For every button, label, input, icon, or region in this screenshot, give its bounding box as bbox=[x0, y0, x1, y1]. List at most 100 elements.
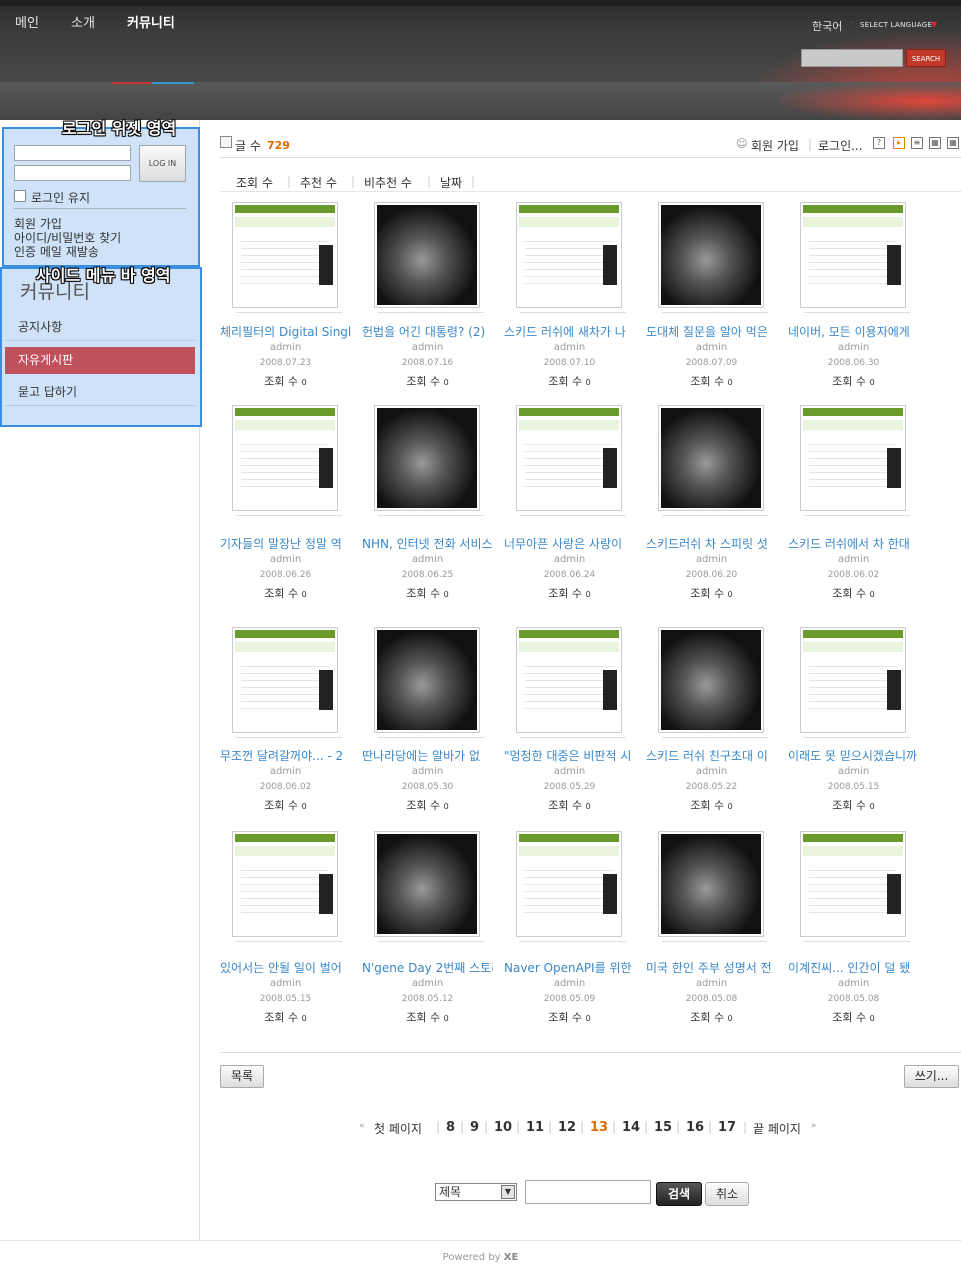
post-thumbnail[interactable] bbox=[800, 627, 906, 733]
post-title-link[interactable]: Naver OpenAPI를 위한 p bbox=[504, 959, 635, 976]
post-title-link[interactable]: 기자들의 말장난 정말 역 bbox=[220, 535, 351, 552]
select-language-link[interactable]: SELECT LANGUAGE bbox=[860, 21, 932, 29]
post-thumbnail[interactable] bbox=[516, 405, 622, 511]
thumbnail-shadow bbox=[804, 941, 910, 942]
thumbnail-image bbox=[661, 205, 761, 305]
post-title-link[interactable]: 네이버, 모든 이용자에게 bbox=[788, 323, 919, 340]
post-author: admin bbox=[553, 342, 586, 353]
header-search-input[interactable] bbox=[801, 49, 903, 67]
post-thumbnail[interactable] bbox=[800, 405, 906, 511]
page-link[interactable]: 10 bbox=[494, 1120, 512, 1135]
post-title-link[interactable]: 딴나라당에는 알바가 없 bbox=[362, 747, 493, 764]
post-title-link[interactable]: 헌법을 어긴 대통령? (2) bbox=[362, 323, 493, 340]
post-thumbnail[interactable] bbox=[374, 202, 480, 308]
post-thumbnail[interactable] bbox=[800, 831, 906, 937]
list-button[interactable]: 목록 bbox=[220, 1065, 264, 1088]
post-thumbnail[interactable] bbox=[374, 831, 480, 937]
pager-divider: | bbox=[436, 1120, 441, 1134]
sort-by-votes[interactable]: 추천 수 bbox=[300, 174, 337, 191]
post-title-link[interactable]: 스키드 러쉬 친구초대 이 bbox=[646, 747, 777, 764]
post-author: admin bbox=[269, 766, 302, 777]
keep-login-checkbox[interactable] bbox=[14, 190, 26, 202]
post-title-link[interactable]: 스키드 러쉬에 새차가 나 bbox=[504, 323, 635, 340]
post-thumbnail[interactable] bbox=[232, 405, 338, 511]
post-date: 2008.07.16 bbox=[401, 358, 454, 368]
post-thumbnail[interactable] bbox=[232, 627, 338, 733]
post-title-link[interactable]: 있어서는 안될 일이 벌어 bbox=[220, 959, 351, 976]
post-title-link[interactable]: 체리필터의 Digital Single bbox=[220, 323, 351, 340]
post-thumbnail[interactable] bbox=[658, 831, 764, 937]
page-link[interactable]: 8 bbox=[446, 1120, 455, 1135]
login-button[interactable]: LOG IN bbox=[139, 145, 186, 182]
post-title-link[interactable]: 이래도 못 믿으시겠습니까 bbox=[788, 747, 919, 764]
post-thumbnail[interactable] bbox=[800, 202, 906, 308]
join-link[interactable]: 회원 가입 bbox=[751, 137, 799, 154]
first-page-link[interactable]: 첫 페이지 bbox=[374, 1120, 422, 1137]
document-list-icon bbox=[220, 136, 232, 148]
sort-by-date[interactable]: 날짜 bbox=[440, 174, 462, 191]
search-target-select[interactable]: 제목 ▼ bbox=[435, 1183, 517, 1201]
pager-divider: | bbox=[644, 1120, 649, 1134]
login-link[interactable]: 로그인... bbox=[818, 137, 863, 154]
post-title-link[interactable]: 무조껀 달려갈꺼야... - 2 bbox=[220, 747, 351, 764]
chevron-down-icon[interactable]: ▼ bbox=[501, 1185, 515, 1199]
write-button[interactable]: 쓰기... bbox=[904, 1065, 959, 1088]
post-views-count: 0 bbox=[301, 802, 307, 811]
resend-auth-mail-link[interactable]: 인증 메일 재발송 bbox=[14, 243, 99, 260]
thumbnail-image bbox=[519, 408, 619, 508]
side-menu-item-qna[interactable]: 묻고 답하기 bbox=[5, 379, 195, 406]
help-icon[interactable]: ? bbox=[873, 137, 885, 149]
xe-link[interactable]: XE bbox=[504, 1252, 519, 1263]
post-title-link[interactable]: 이계진씨... 인간이 덜 됐 bbox=[788, 959, 919, 976]
current-language[interactable]: 한국어 bbox=[812, 18, 842, 34]
post-thumbnail[interactable] bbox=[658, 405, 764, 511]
nav-item-about[interactable]: 소개 bbox=[71, 12, 95, 31]
page-link[interactable]: 16 bbox=[686, 1120, 704, 1135]
post-thumbnail[interactable] bbox=[516, 831, 622, 937]
page-link[interactable]: 12 bbox=[558, 1120, 576, 1135]
post-thumbnail[interactable] bbox=[516, 627, 622, 733]
header-search-button[interactable]: SEARCH bbox=[906, 49, 946, 67]
post-thumbnail[interactable] bbox=[374, 627, 480, 733]
post-title-link[interactable]: 스키드 러쉬에서 차 한대 bbox=[788, 535, 919, 552]
post-title-link[interactable]: 너무아픈 사랑은 사랑이 bbox=[504, 535, 635, 552]
post-title-link[interactable]: N'gene Day 2번째 스토리 bbox=[362, 959, 493, 976]
current-page[interactable]: 13 bbox=[590, 1120, 608, 1135]
post-thumbnail[interactable] bbox=[658, 202, 764, 308]
user-id-input[interactable] bbox=[14, 145, 131, 161]
page-link[interactable]: 17 bbox=[718, 1120, 736, 1135]
search-cancel-button[interactable]: 취소 bbox=[705, 1182, 749, 1206]
password-input[interactable] bbox=[14, 165, 131, 181]
chevron-down-icon[interactable]: ▼ bbox=[931, 20, 937, 29]
post-title-link[interactable]: 도대체 질문을 알아 먹은 bbox=[646, 323, 777, 340]
post-title-link[interactable]: 스키드러쉬 차 스피릿 섯 bbox=[646, 535, 777, 552]
webzine-view-icon[interactable]: ▦ bbox=[929, 137, 941, 149]
post-thumbnail[interactable] bbox=[232, 202, 338, 308]
post-title-link[interactable]: NHN, 인터넷 전화 서비스 bbox=[362, 535, 493, 552]
search-button[interactable]: 검색 bbox=[656, 1182, 702, 1206]
gallery-view-icon[interactable]: ▦ bbox=[947, 137, 959, 149]
post-thumbnail[interactable] bbox=[658, 627, 764, 733]
side-menu-item-notice[interactable]: 공지사항 bbox=[5, 314, 195, 341]
side-menu-item-freeboard[interactable]: 자유게시판 bbox=[5, 347, 195, 374]
nav-item-community[interactable]: 커뮤니티 bbox=[127, 12, 175, 31]
sort-by-views[interactable]: 조회 수 bbox=[236, 174, 273, 191]
search-keyword-input[interactable] bbox=[525, 1180, 651, 1204]
post-thumbnail[interactable] bbox=[232, 831, 338, 937]
page-link[interactable]: 14 bbox=[622, 1120, 640, 1135]
sort-by-blames[interactable]: 비추천 수 bbox=[364, 174, 412, 191]
post-thumbnail[interactable] bbox=[374, 405, 480, 511]
list-view-icon[interactable]: ≡ bbox=[911, 137, 923, 149]
post-title-link[interactable]: "멍청한 대중은 비판적 시 bbox=[504, 747, 635, 764]
nav-item-main[interactable]: 메인 bbox=[15, 12, 39, 31]
post-author: admin bbox=[411, 978, 444, 989]
last-page-link[interactable]: 끝 페이지 bbox=[753, 1120, 801, 1137]
page-link[interactable]: 11 bbox=[526, 1120, 544, 1135]
post-thumbnail[interactable] bbox=[516, 202, 622, 308]
page-link[interactable]: 9 bbox=[470, 1120, 479, 1135]
rss-icon[interactable]: ▸ bbox=[893, 137, 905, 149]
top-divider: | bbox=[808, 137, 813, 151]
page-link[interactable]: 15 bbox=[654, 1120, 672, 1135]
post-title-link[interactable]: 미국 한인 주부 성명서 전 bbox=[646, 959, 777, 976]
post-author: admin bbox=[837, 766, 870, 777]
